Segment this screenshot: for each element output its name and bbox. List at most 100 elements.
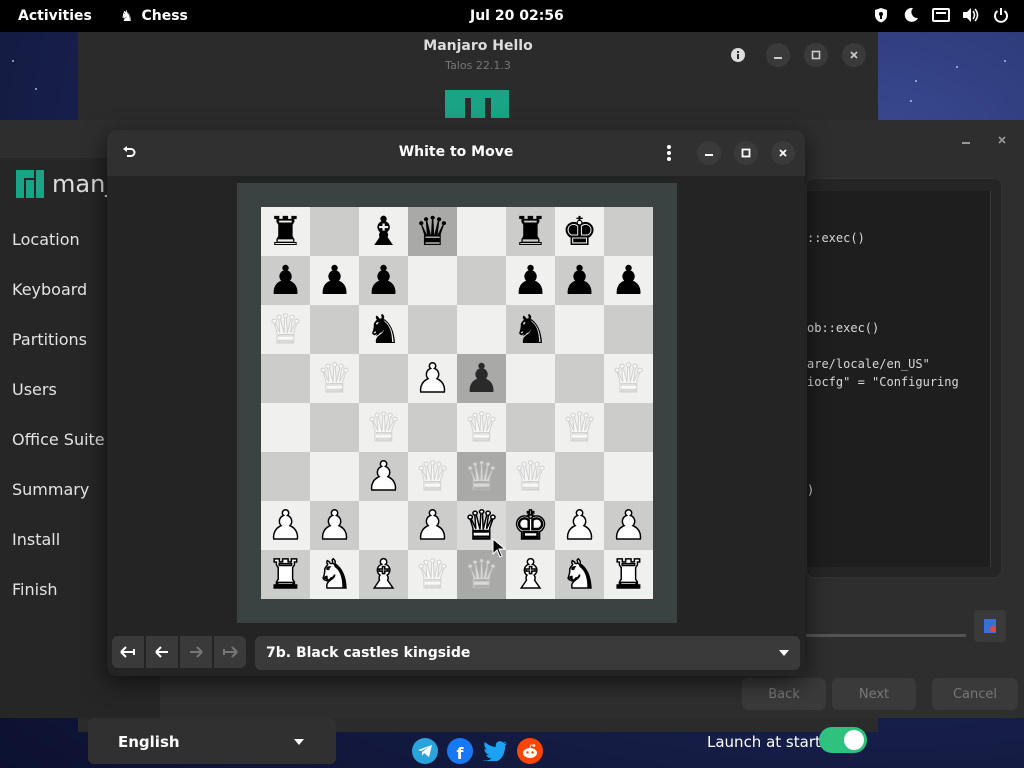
info-icon[interactable] bbox=[726, 43, 750, 67]
black-queen-icon[interactable]: ♛ bbox=[415, 212, 451, 252]
white-pawn-icon[interactable]: ♟ bbox=[365, 456, 402, 498]
black-knight-icon[interactable]: ♞ bbox=[513, 310, 549, 350]
black-pawn-icon[interactable]: ♟ bbox=[268, 261, 304, 301]
board-square[interactable] bbox=[310, 452, 359, 501]
black-bishop-icon[interactable]: ♝ bbox=[366, 212, 402, 252]
board-square[interactable]: ♛ bbox=[408, 207, 457, 256]
back-button[interactable]: Back bbox=[742, 678, 826, 710]
installer-close-button[interactable] bbox=[990, 128, 1014, 152]
reddit-icon[interactable] bbox=[517, 738, 543, 764]
board-square[interactable] bbox=[555, 354, 604, 403]
install-log[interactable]: ::exec() ob::exec() are/locale/en_US" io… bbox=[807, 191, 991, 567]
board-square[interactable]: ♟ bbox=[408, 501, 457, 550]
install-log-panel[interactable]: ::exec() ob::exec() are/locale/en_US" io… bbox=[806, 178, 1002, 578]
board-square[interactable] bbox=[604, 305, 653, 354]
cancel-button[interactable]: Cancel bbox=[932, 678, 1018, 710]
board-square[interactable] bbox=[604, 452, 653, 501]
board-square[interactable]: ♞ bbox=[506, 305, 555, 354]
black-pawn-icon[interactable]: ♟ bbox=[611, 261, 647, 301]
board-square[interactable]: ♝ bbox=[506, 550, 555, 599]
white-pawn-icon[interactable]: ♟ bbox=[561, 505, 598, 547]
board-square[interactable]: ♟ bbox=[506, 256, 555, 305]
board-square[interactable]: ♟ bbox=[310, 501, 359, 550]
board-square[interactable] bbox=[261, 354, 310, 403]
board-square[interactable]: ♛ bbox=[408, 550, 457, 599]
board-square[interactable]: ♟ bbox=[359, 256, 408, 305]
board-square[interactable]: ♟ bbox=[408, 354, 457, 403]
black-knight-icon[interactable]: ♞ bbox=[366, 310, 402, 350]
power-icon[interactable] bbox=[992, 6, 1010, 24]
board-square[interactable] bbox=[457, 305, 506, 354]
board-square[interactable]: ♛ bbox=[359, 403, 408, 452]
board-square[interactable]: ♟ bbox=[604, 501, 653, 550]
white-bishop-icon[interactable]: ♝ bbox=[365, 554, 402, 596]
board-square[interactable] bbox=[310, 207, 359, 256]
board-square[interactable] bbox=[261, 403, 310, 452]
board-square[interactable] bbox=[555, 452, 604, 501]
next-button[interactable]: Next bbox=[832, 678, 916, 710]
first-move-button[interactable] bbox=[112, 636, 144, 668]
menu-button[interactable] bbox=[657, 141, 681, 165]
board-square[interactable] bbox=[506, 354, 555, 403]
board-square[interactable] bbox=[604, 207, 653, 256]
last-move-button[interactable] bbox=[214, 636, 246, 668]
board-square[interactable]: ♞ bbox=[359, 305, 408, 354]
clock[interactable]: Jul 20 02:56 bbox=[470, 8, 564, 24]
board-square[interactable] bbox=[408, 305, 457, 354]
move-history-dropdown[interactable]: 7b. Black castles kingside bbox=[255, 636, 800, 670]
board-square[interactable]: ♜ bbox=[604, 550, 653, 599]
white-pawn-icon[interactable]: ♟ bbox=[267, 505, 304, 547]
black-pawn-icon[interactable]: ♟ bbox=[366, 261, 402, 301]
white-pawn-icon[interactable]: ♟ bbox=[414, 505, 451, 547]
board-square[interactable] bbox=[506, 403, 555, 452]
white-rook-icon[interactable]: ♜ bbox=[267, 554, 304, 596]
board-square[interactable]: ♞ bbox=[310, 550, 359, 599]
board-square[interactable] bbox=[408, 403, 457, 452]
black-rook-icon[interactable]: ♜ bbox=[513, 212, 549, 252]
chess-close-button[interactable] bbox=[771, 141, 795, 165]
volume-icon[interactable] bbox=[962, 6, 980, 24]
black-pawn-icon[interactable]: ♟ bbox=[513, 261, 549, 301]
board-square[interactable]: ♝ bbox=[359, 207, 408, 256]
black-rook-icon[interactable]: ♜ bbox=[268, 212, 304, 252]
white-pawn-icon[interactable]: ♟ bbox=[414, 358, 451, 400]
board-square[interactable]: ♟ bbox=[310, 256, 359, 305]
app-menu[interactable]: ♞ Chess bbox=[120, 7, 188, 25]
board-square[interactable]: ♟ bbox=[604, 256, 653, 305]
board-square[interactable] bbox=[555, 305, 604, 354]
facebook-icon[interactable]: f bbox=[447, 738, 473, 764]
maximize-button[interactable] bbox=[804, 43, 828, 67]
white-pawn-icon[interactable]: ♟ bbox=[316, 505, 353, 547]
board-square[interactable] bbox=[310, 403, 359, 452]
chess-board[interactable]: ♜ ♝ ♛ ♜ ♚ ♟ ♟ ♟ ♟ ♟ ♟ ♛ ♞ ♞ ♛ ♟ ♟ ♛ ♛ ♛ ♛ ♟ ♛ ♛ ♛ ♟ ♟ ♟ ♛ ♚ ♟ ♟ ♜ ♞ ♝ ♛ ♛ ♝ ♞ ♜ bbox=[261, 207, 653, 599]
board-square[interactable]: ♟ bbox=[555, 501, 604, 550]
privacy-icon[interactable] bbox=[872, 6, 890, 24]
board-square[interactable]: ♟ bbox=[555, 256, 604, 305]
board-square[interactable]: ♝ bbox=[359, 550, 408, 599]
launch-at-start-toggle[interactable] bbox=[819, 727, 867, 753]
board-square[interactable]: ♟ bbox=[261, 256, 310, 305]
board-square[interactable]: ♟ bbox=[457, 354, 506, 403]
board-square[interactable] bbox=[261, 452, 310, 501]
white-bishop-icon[interactable]: ♝ bbox=[512, 554, 549, 596]
telegram-icon[interactable] bbox=[412, 738, 438, 764]
board-square[interactable]: ♛ bbox=[457, 403, 506, 452]
board-square[interactable]: ♚ bbox=[506, 501, 555, 550]
black-pawn-icon[interactable]: ♟ bbox=[317, 261, 353, 301]
language-dropdown[interactable]: English bbox=[88, 718, 336, 764]
black-pawn-icon[interactable]: ♟ bbox=[562, 261, 598, 301]
board-square[interactable] bbox=[457, 207, 506, 256]
board-square[interactable]: ♚ bbox=[555, 207, 604, 256]
chess-minimize-button[interactable] bbox=[697, 141, 721, 165]
black-king-icon[interactable]: ♚ bbox=[562, 212, 598, 252]
white-king-icon[interactable]: ♚ bbox=[512, 505, 549, 547]
next-move-button[interactable] bbox=[180, 636, 212, 668]
chess-maximize-button[interactable] bbox=[734, 141, 758, 165]
previous-move-button[interactable] bbox=[146, 636, 178, 668]
board-square[interactable]: ♛ bbox=[310, 354, 359, 403]
twitter-icon[interactable] bbox=[482, 738, 508, 764]
board-square[interactable] bbox=[359, 354, 408, 403]
board-square[interactable]: ♟ bbox=[359, 452, 408, 501]
board-square[interactable] bbox=[604, 403, 653, 452]
board-square[interactable]: ♞ bbox=[555, 550, 604, 599]
